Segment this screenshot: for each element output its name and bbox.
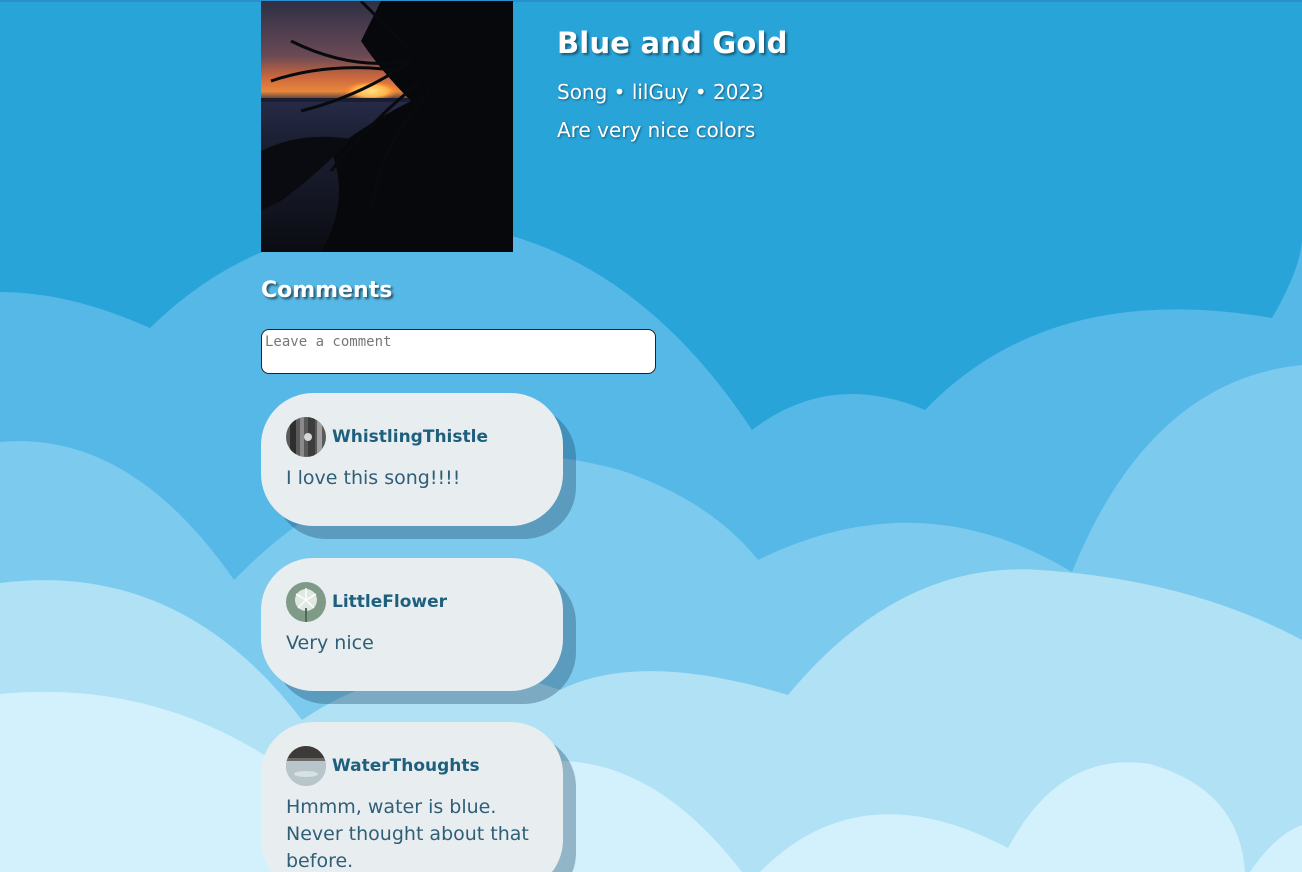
comment-header: WhistlingThistle bbox=[286, 417, 538, 457]
comment-text: I love this song!!!! bbox=[286, 467, 461, 489]
avatar[interactable] bbox=[286, 582, 326, 622]
comment-text: Very nice bbox=[286, 632, 374, 654]
avatar[interactable] bbox=[286, 417, 326, 457]
comment-input[interactable] bbox=[261, 329, 656, 374]
comment-header: LittleFlower bbox=[286, 582, 538, 622]
song-meta: Song • lilGuy • 2023 bbox=[557, 80, 764, 104]
top-border bbox=[0, 0, 1302, 2]
song-description: Are very nice colors bbox=[557, 118, 756, 142]
comments-heading: Comments bbox=[261, 278, 393, 303]
avatar[interactable] bbox=[286, 746, 326, 786]
song-info: Blue and Gold Song • lilGuy • 2023 Are v… bbox=[557, 26, 1157, 142]
comment-card: WhistlingThistle I love this song!!!! bbox=[261, 393, 563, 526]
comment-text: Hmmm, water is blue. Never thought about… bbox=[286, 796, 529, 872]
comment-card: LittleFlower Very nice bbox=[261, 558, 563, 691]
comment-username[interactable]: LittleFlower bbox=[332, 592, 447, 612]
comment-username[interactable]: WhistlingThistle bbox=[332, 427, 488, 447]
album-cover-image bbox=[261, 1, 513, 252]
comment-header: WaterThoughts bbox=[286, 746, 538, 786]
comment-username[interactable]: WaterThoughts bbox=[332, 756, 480, 776]
comment-card: WaterThoughts Hmmm, water is blue. Never… bbox=[261, 722, 563, 872]
song-title: Blue and Gold bbox=[557, 26, 788, 60]
